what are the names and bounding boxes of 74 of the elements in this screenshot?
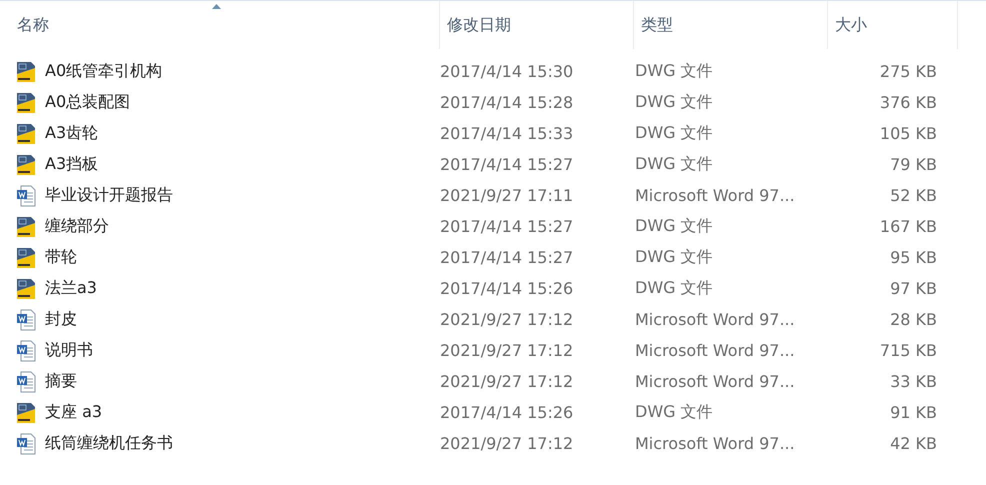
sort-arrow-icon bbox=[212, 4, 221, 9]
modified-date: 2017/4/14 15:27 bbox=[440, 217, 574, 236]
file-name[interactable]: 摘要 bbox=[45, 371, 77, 392]
file-size: 715 KB bbox=[878, 341, 937, 360]
column-header[interactable]: 类型 bbox=[634, 1, 828, 49]
file-type: Microsoft Word 97... bbox=[635, 310, 796, 329]
drawing-file-icon bbox=[16, 278, 36, 300]
file-name[interactable]: 带轮 bbox=[45, 247, 77, 268]
modified-date: 2017/4/14 15:27 bbox=[440, 248, 574, 267]
file-name[interactable]: A3齿轮 bbox=[45, 123, 98, 144]
drawing-file-icon bbox=[16, 122, 36, 144]
document-file-icon bbox=[16, 432, 36, 454]
file-size: 79 KB bbox=[889, 155, 937, 174]
column-label: 类型 bbox=[641, 14, 673, 36]
file-name[interactable]: 支座 a3 bbox=[45, 402, 102, 423]
column-label: 修改日期 bbox=[447, 14, 511, 36]
file-type: DWG 文件 bbox=[635, 402, 714, 423]
file-name[interactable]: 缠绕部分 bbox=[45, 216, 109, 237]
file-name[interactable]: 封皮 bbox=[45, 309, 77, 330]
document-file-icon bbox=[16, 184, 36, 206]
file-name[interactable]: 法兰a3 bbox=[45, 278, 97, 299]
modified-date: 2021/9/27 17:12 bbox=[440, 341, 574, 360]
drawing-file-icon bbox=[16, 246, 36, 268]
document-file-icon bbox=[16, 340, 36, 362]
modified-date: 2017/4/14 15:33 bbox=[440, 124, 574, 143]
file-size: 42 KB bbox=[889, 434, 937, 453]
modified-date: 2017/4/14 15:30 bbox=[440, 62, 574, 81]
file-type: DWG 文件 bbox=[635, 61, 714, 82]
file-type: Microsoft Word 97... bbox=[635, 341, 796, 360]
modified-date: 2021/9/27 17:11 bbox=[440, 186, 574, 205]
file-type: DWG 文件 bbox=[635, 92, 714, 113]
drawing-file-icon bbox=[16, 402, 36, 424]
file-size: 95 KB bbox=[889, 248, 937, 267]
modified-date: 2017/4/14 15:27 bbox=[440, 155, 574, 174]
file-size: 376 KB bbox=[878, 93, 937, 112]
file-size: 105 KB bbox=[878, 124, 937, 143]
modified-date: 2021/9/27 17:12 bbox=[440, 434, 574, 453]
file-type: DWG 文件 bbox=[635, 154, 714, 175]
modified-date: 2017/4/14 15:28 bbox=[440, 93, 574, 112]
file-name[interactable]: 毕业设计开题报告 bbox=[45, 185, 173, 206]
file-type: Microsoft Word 97... bbox=[635, 372, 796, 391]
modified-date: 2017/4/14 15:26 bbox=[440, 403, 574, 422]
column-label: 大小 bbox=[835, 14, 867, 36]
file-name[interactable]: 说明书 bbox=[45, 340, 93, 361]
column-label: 名称 bbox=[17, 14, 49, 36]
file-size: 275 KB bbox=[878, 62, 937, 81]
file-name[interactable]: 纸筒缠绕机任务书 bbox=[45, 433, 173, 454]
column-header[interactable]: 修改日期 bbox=[440, 1, 634, 49]
drawing-file-icon bbox=[16, 92, 36, 114]
document-file-icon bbox=[16, 308, 36, 330]
file-type: Microsoft Word 97... bbox=[635, 186, 796, 205]
drawing-file-icon bbox=[16, 60, 36, 82]
file-name[interactable]: A0纸管牵引机构 bbox=[45, 61, 162, 82]
file-type: DWG 文件 bbox=[635, 247, 714, 268]
file-size: 52 KB bbox=[889, 186, 937, 205]
file-name[interactable]: A0总装配图 bbox=[45, 92, 130, 113]
file-size: 97 KB bbox=[889, 279, 937, 298]
file-size: 33 KB bbox=[889, 372, 937, 391]
document-file-icon bbox=[16, 370, 36, 392]
drawing-file-icon bbox=[16, 154, 36, 176]
file-size: 167 KB bbox=[878, 217, 937, 236]
drawing-file-icon bbox=[16, 216, 36, 238]
column-header[interactable]: 名称 bbox=[10, 1, 440, 49]
column-header[interactable]: 大小 bbox=[828, 1, 958, 49]
file-size: 91 KB bbox=[889, 403, 937, 422]
file-name[interactable]: A3挡板 bbox=[45, 154, 98, 175]
file-type: DWG 文件 bbox=[635, 123, 714, 144]
modified-date: 2021/9/27 17:12 bbox=[440, 310, 574, 329]
file-type: DWG 文件 bbox=[635, 216, 714, 237]
file-type: Microsoft Word 97... bbox=[635, 434, 796, 453]
file-size: 28 KB bbox=[889, 310, 937, 329]
modified-date: 2021/9/27 17:12 bbox=[440, 372, 574, 391]
file-type: DWG 文件 bbox=[635, 278, 714, 299]
modified-date: 2017/4/14 15:26 bbox=[440, 279, 574, 298]
